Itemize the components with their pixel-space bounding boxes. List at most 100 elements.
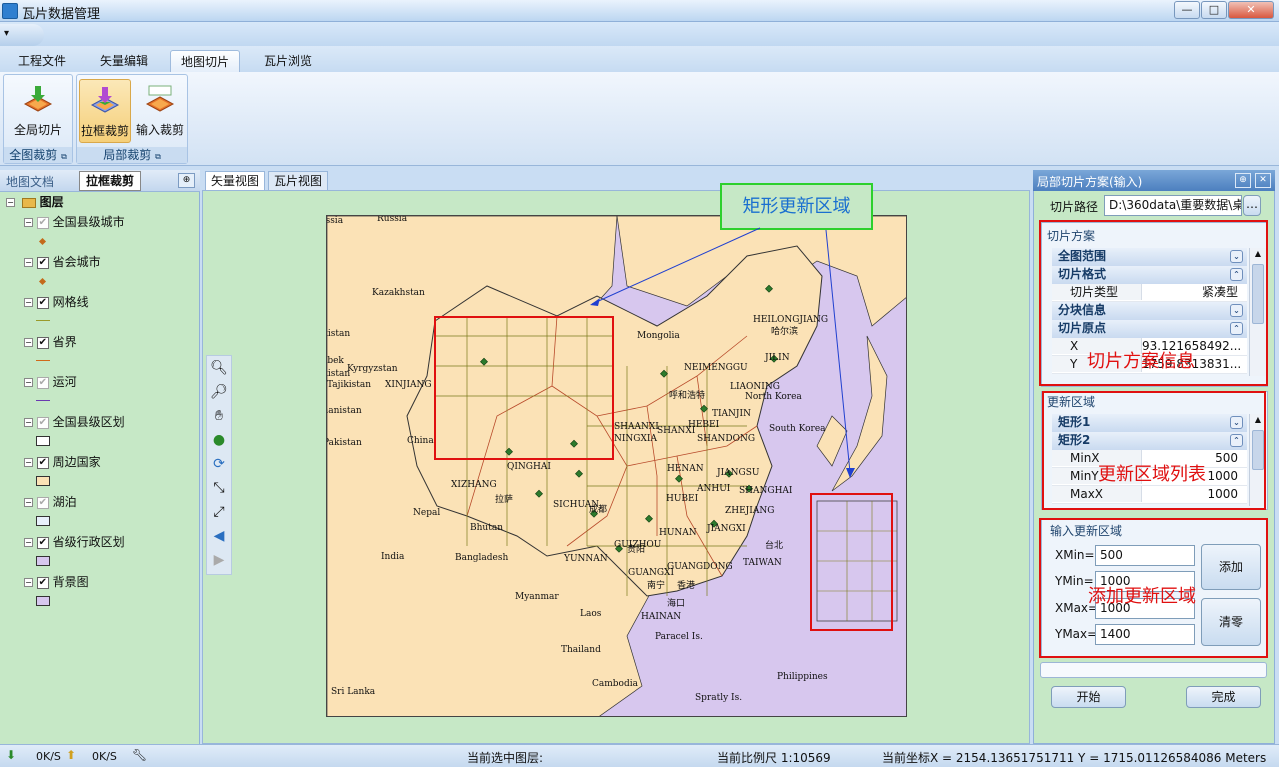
input-crop-label: 输入裁剪 (135, 123, 184, 137)
wrench-icon[interactable]: 🔧︎ (132, 748, 147, 762)
layer-item[interactable]: − ✔ 全国县级区划 (6, 413, 196, 433)
layer-visibility-checkbox[interactable]: ✔ (36, 256, 49, 269)
collapse-icon[interactable]: − (6, 198, 15, 207)
collapse-icon[interactable]: − (24, 218, 33, 227)
layer-item[interactable]: − ✔ 背景图 (6, 573, 196, 593)
input-crop-button[interactable]: 输入裁剪 (134, 79, 186, 143)
back-arrow-icon[interactable]: ◀ (210, 527, 228, 545)
maximize-button[interactable]: □ (1201, 1, 1227, 19)
layer-symbol (6, 433, 196, 453)
tab-vector-view[interactable]: 矢量视图 (205, 171, 266, 190)
close-button[interactable]: ✕ (1228, 1, 1274, 19)
layer-item[interactable]: − ✔ 网格线 (6, 293, 196, 313)
tab-tile-view[interactable]: 瓦片视图 (268, 171, 329, 190)
layer-item[interactable]: − ✔ 全国县级城市 (6, 213, 196, 233)
layer-item[interactable]: − ✔ 运河 (6, 373, 196, 393)
map-label-uzbek: Uzbek (327, 356, 344, 366)
collapse-icon[interactable]: − (24, 458, 33, 467)
layer-visibility-checkbox[interactable]: ✔ (36, 336, 49, 349)
map-label-cambodia: Cambodia (592, 679, 638, 689)
finish-button[interactable]: 完成 (1186, 686, 1261, 708)
layer-symbol (6, 273, 196, 293)
layer-symbol (6, 593, 196, 613)
layer-tree-root[interactable]: − 图层 (6, 193, 196, 213)
layer-name: 运河 (52, 375, 77, 389)
forward-arrow-icon[interactable]: ▶ (210, 551, 228, 569)
layer-visibility-checkbox[interactable]: ✔ (36, 456, 49, 469)
pan-hand-icon[interactable]: ✋︎ (210, 407, 228, 425)
map-label-yunnan: YUNNAN (564, 554, 608, 564)
collapse-icon[interactable]: − (24, 538, 33, 547)
layer-visibility-checkbox[interactable]: ✔ (36, 576, 49, 589)
upload-speed: 0K/S (92, 750, 117, 763)
layer-item[interactable]: − ✔ 湖泊 (6, 493, 196, 513)
tooltip: 拉框裁剪 (79, 171, 141, 191)
layer-visibility-checkbox[interactable]: ✔ (36, 376, 49, 389)
layer-symbol (6, 553, 196, 573)
map-label-nanning: 南宁 (647, 581, 666, 591)
close-icon[interactable]: ✕ (1255, 173, 1271, 188)
collapse-icon[interactable]: − (24, 298, 33, 307)
refresh-icon[interactable]: ⟳ (210, 455, 228, 473)
layer-visibility-checkbox[interactable]: ✔ (36, 536, 49, 549)
collapse-icon[interactable]: − (24, 338, 33, 347)
ribbon-group-local-label: 局部裁剪 ⧉ (77, 147, 187, 163)
collapse-icon[interactable]: − (24, 258, 33, 267)
ribbon-group-global: 全局切片 全图裁剪 ⧉ (3, 74, 73, 164)
annotation-update-list: 更新区域列表 (1098, 464, 1206, 485)
globe-icon[interactable]: ● (210, 431, 228, 449)
map-label-xizhang: XIZHANG (451, 480, 497, 490)
browse-button[interactable]: … (1243, 195, 1261, 216)
layer-item[interactable]: − ✔ 周边国家 (6, 453, 196, 473)
layer-visibility-checkbox[interactable]: ✔ (36, 296, 49, 309)
map-label-hunan: HUNAN (659, 528, 697, 538)
layer-item[interactable]: − ✔ 省界 (6, 333, 196, 353)
coordinate-status: 当前坐标X = 2154.13651751711 Y = 1715.011265… (882, 751, 1267, 765)
global-tile-label: 全局切片 (13, 123, 62, 137)
dialog-launcher-icon[interactable]: ⧉ (61, 152, 67, 161)
tile-path-input[interactable]: D:\360data\重要数据\桌 (1104, 195, 1242, 216)
tab-tile-browse[interactable]: 瓦片浏览 (254, 50, 322, 72)
map-label-kyrgyzstan: Kyrgyzstan (347, 364, 398, 374)
map-label-srilanka: Sri Lanka (331, 687, 376, 697)
tab-project-file[interactable]: 工程文件 (8, 50, 76, 72)
map-label-china: China (407, 436, 434, 446)
quick-access-menu-button[interactable]: ▾ (0, 24, 44, 46)
layer-item[interactable]: − ✔ 省会城市 (6, 253, 196, 273)
ribbon-group-local-text: 局部裁剪 (103, 148, 152, 162)
box-crop-button[interactable]: 拉框裁剪 (79, 79, 131, 143)
pin-icon[interactable]: ⊕ (1235, 173, 1251, 188)
map-label-qinghai: QINGHAI (507, 462, 551, 472)
zoom-out-icon[interactable]: 🔎︎ (210, 383, 228, 401)
map-label-hubei: HUBEI (666, 494, 699, 504)
fixed-zoom-in-icon[interactable]: ⤡ (210, 479, 228, 497)
map-label-russia: Russia (326, 216, 344, 226)
pin-icon[interactable]: ⊕ (178, 173, 195, 188)
map-label-chengdu: 成都 (589, 505, 608, 515)
global-tile-button[interactable]: 全局切片 (12, 79, 64, 143)
collapse-icon[interactable]: − (24, 498, 33, 507)
start-button[interactable]: 开始 (1051, 686, 1126, 708)
map-label-lasa: 拉萨 (495, 495, 514, 505)
fixed-zoom-out-icon[interactable]: ⤢ (210, 503, 228, 521)
tab-vector-edit[interactable]: 矢量编辑 (90, 50, 158, 72)
layer-symbol (6, 233, 196, 253)
layer-visibility-checkbox[interactable]: ✔ (36, 496, 49, 509)
layer-list: − ✔ 全国县级城市 − ✔ 省会城市 − ✔ 网格线 − ✔ 省界 − ✔ 运河 − ✔… (6, 213, 196, 613)
layer-visibility-checkbox[interactable]: ✔ (36, 216, 49, 229)
layer-item[interactable]: − ✔ 省级行政区划 (6, 533, 196, 553)
ribbon-group-global-text: 全图裁剪 (9, 148, 58, 162)
dialog-launcher-icon[interactable]: ⧉ (155, 152, 161, 161)
collapse-icon[interactable]: − (24, 418, 33, 427)
minimize-button[interactable]: — (1174, 1, 1200, 19)
layer-symbol (6, 513, 196, 533)
layer-visibility-checkbox[interactable]: ✔ (36, 416, 49, 429)
map-label-afghanistan: Afghanistan (327, 406, 362, 416)
collapse-icon[interactable]: − (24, 578, 33, 587)
collapse-icon[interactable]: − (24, 378, 33, 387)
layer-panel-title[interactable]: 地图文档 (6, 173, 54, 190)
tab-map-tiling[interactable]: 地图切片 (170, 50, 241, 72)
zoom-in-icon[interactable]: 🔍︎ (210, 359, 228, 377)
map-label-xianggang: 香港 (677, 581, 696, 591)
map-label-taibei: 台北 (765, 541, 784, 551)
